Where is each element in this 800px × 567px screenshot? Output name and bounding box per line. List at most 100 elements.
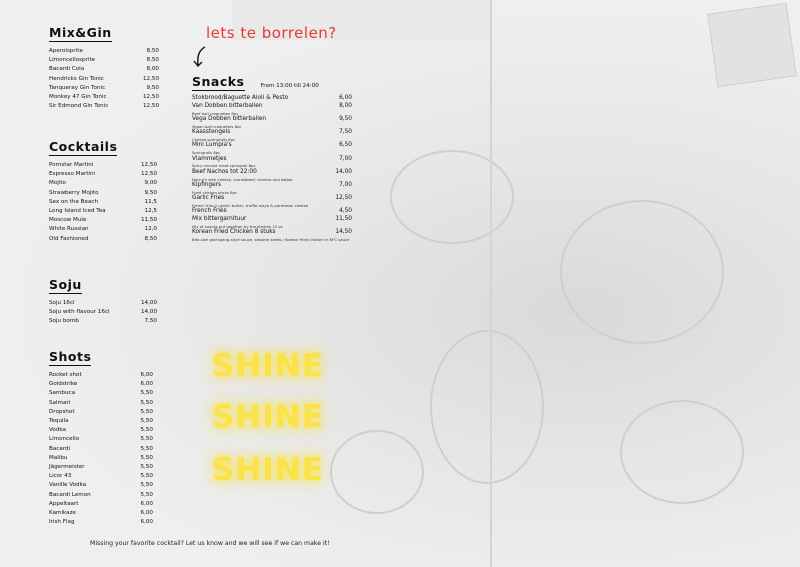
snack-item: Beef Nachos tot 22:00 14,00: [192, 169, 352, 177]
item-price: 5,50: [140, 464, 153, 471]
item-price: 6,00: [140, 381, 153, 388]
item-name: Malibu: [49, 454, 68, 461]
item-price: 12,50: [142, 94, 159, 101]
snack-name: Stokbrood/Baguette Aioli & Pesto: [192, 95, 289, 101]
mix-gin-list: Aperolsprite 8,50 Limoncellosprite 8,50 Baca…: [49, 47, 159, 111]
item-name: Soju with flavour 16cl: [49, 309, 110, 316]
item-price: 12,50: [142, 75, 159, 82]
snacks-list: Stokbrood/Baguette Aioli & Pesto 6,00 Van …: [192, 95, 352, 243]
snack-name: Mini Lumpia's: [192, 142, 232, 149]
section-title: Soju: [49, 277, 82, 294]
menu-item: Moscow Mule 11,50: [49, 216, 157, 225]
menu-item: Tequila 5,50: [49, 417, 153, 426]
menu-item: White Russian 12,0: [49, 225, 157, 234]
soju-section: Soju Soju 16cl 14,00 Soju with flavour 16c…: [49, 274, 157, 327]
background-doodle: [390, 150, 514, 244]
menu-item: Appeltaart 6,00: [49, 500, 153, 509]
item-name: Long Island Iced Tea: [49, 208, 106, 215]
cocktails-section: Cocktails Pornstar Martini 12,50 Espresso …: [49, 136, 157, 244]
menu-item: Monkey 47 Gin Tonic 12,50: [49, 93, 159, 102]
menu-item: Salmari 5,50: [49, 399, 153, 408]
item-name: Tanqueray Gin Tonic: [49, 84, 106, 91]
snack-item: Van Dobben bitterballen 8,00: [192, 103, 352, 111]
snack-price: 6,50: [339, 142, 352, 149]
snack-name: Mix bittergarnituur: [192, 216, 247, 223]
snack-price: 7,00: [339, 182, 352, 189]
menu-item: Tanqueray Gin Tonic 9,50: [49, 84, 159, 93]
snack-price: 9,50: [339, 116, 352, 122]
snack-item: Kaasstengels 7,50: [192, 129, 352, 137]
snack-item: Vega Dobben bitterballen 9,50: [192, 116, 352, 124]
menu-item: Old Fashioned 8,50: [49, 235, 157, 244]
item-price: 5,50: [140, 454, 153, 461]
mix-gin-section: Mix&Gin Aperolsprite 8,50 Limoncellosprite…: [49, 22, 159, 111]
item-name: Mojito: [49, 180, 66, 187]
snack-item: Stokbrood/Baguette Aioli & Pesto 6,00: [192, 95, 352, 103]
snack-item: Garlic Fries 12,50: [192, 195, 352, 203]
item-price: 9,00: [144, 180, 157, 187]
item-price: 5,50: [140, 390, 153, 397]
snack-name: Kaasstengels: [192, 129, 231, 136]
item-name: Pornstar Martini: [49, 162, 94, 168]
item-name: Moscow Mule: [49, 217, 87, 224]
background-divider: [490, 0, 492, 567]
item-price: 8,50: [146, 48, 159, 54]
menu-item: Long Island Iced Tea 12,5: [49, 207, 157, 216]
section-title: Snacks: [192, 74, 245, 91]
item-price: 8,50: [146, 57, 159, 64]
item-price: 5,50: [140, 445, 153, 452]
background-doodle: [560, 200, 724, 344]
snack-name: Van Dobben bitterballen: [192, 102, 263, 109]
menu-item: Strawberry Mojito 9,50: [49, 189, 157, 198]
item-price: 6,00: [140, 500, 153, 507]
item-name: Soju bomb: [49, 318, 79, 325]
menu-item: Vodka 5,50: [49, 426, 153, 435]
menu-item: Mojito 9,00: [49, 179, 157, 188]
menu-item: Sir Edmond Gin Tonic 12,50: [49, 102, 159, 111]
footer-note: Missing your favorite cocktail? Let us k…: [90, 540, 330, 547]
snack-item: Vlammetjes 7,00: [192, 156, 352, 164]
item-price: 5,50: [140, 473, 153, 480]
snack-description: Bite-size gochujang-style sauce, sesame …: [192, 237, 350, 243]
item-price: 6,00: [140, 510, 153, 517]
item-price: 11,5: [144, 198, 157, 205]
item-name: Aperolsprite: [49, 48, 83, 54]
snack-name: French Fries: [192, 208, 227, 215]
arrow-down-icon: [193, 46, 206, 68]
item-name: Soju 16cl: [49, 300, 75, 306]
snack-item: Mini Lumpia's 6,50: [192, 142, 352, 150]
menu-item: Sex on the Beach 11,5: [49, 198, 157, 207]
item-name: White Russian: [49, 226, 89, 233]
snack-item: Kipfingers 7,00: [192, 182, 352, 190]
item-name: Old Fashioned: [49, 235, 89, 242]
item-price: 12,50: [140, 162, 157, 168]
menu-item: Limoncello 5,50: [49, 435, 153, 444]
item-name: Jägermeister: [49, 464, 85, 471]
item-price: 14,00: [140, 300, 157, 306]
snack-price: 11,50: [335, 216, 352, 223]
snack-name: Korean Fried Chicken 8 stuks: [192, 229, 276, 236]
snack-name: Garlic Fries: [192, 195, 225, 202]
menu-item: Bacardi Lemon 5,50: [49, 491, 153, 500]
item-name: Bacardi Lemon: [49, 491, 91, 498]
item-price: 5,50: [140, 482, 153, 489]
menu-item: Kamikaze 6,00: [49, 509, 153, 518]
snack-price: 12,50: [335, 195, 352, 202]
snack-name: Vega Dobben bitterballen: [192, 116, 267, 122]
shine-neon-text: SHINE: [212, 348, 324, 384]
item-price: 9,50: [146, 84, 159, 91]
background-doodle: [330, 430, 424, 514]
menu-item: Licor 43 5,50: [49, 472, 153, 481]
menu-item: Sambuca 5,50: [49, 389, 153, 398]
item-name: Sex on the Beach: [49, 198, 99, 205]
snack-name: Beef Nachos tot 22:00: [192, 168, 257, 175]
item-name: Vodka: [49, 427, 66, 434]
item-name: Sambuca: [49, 390, 76, 397]
snack-item: French Fries 4,50: [192, 208, 352, 216]
menu-item: Rocket shot 6,00: [49, 371, 153, 380]
cocktails-list: Pornstar Martini 12,50 Espresso Martini 12,…: [49, 161, 157, 244]
item-price: 14,00: [140, 309, 157, 316]
menu-item: Limoncellosprite 8,50: [49, 56, 159, 65]
snacks-header: Snacks From 13:00 till 24:00: [192, 74, 352, 95]
background-doodle: [620, 400, 744, 504]
